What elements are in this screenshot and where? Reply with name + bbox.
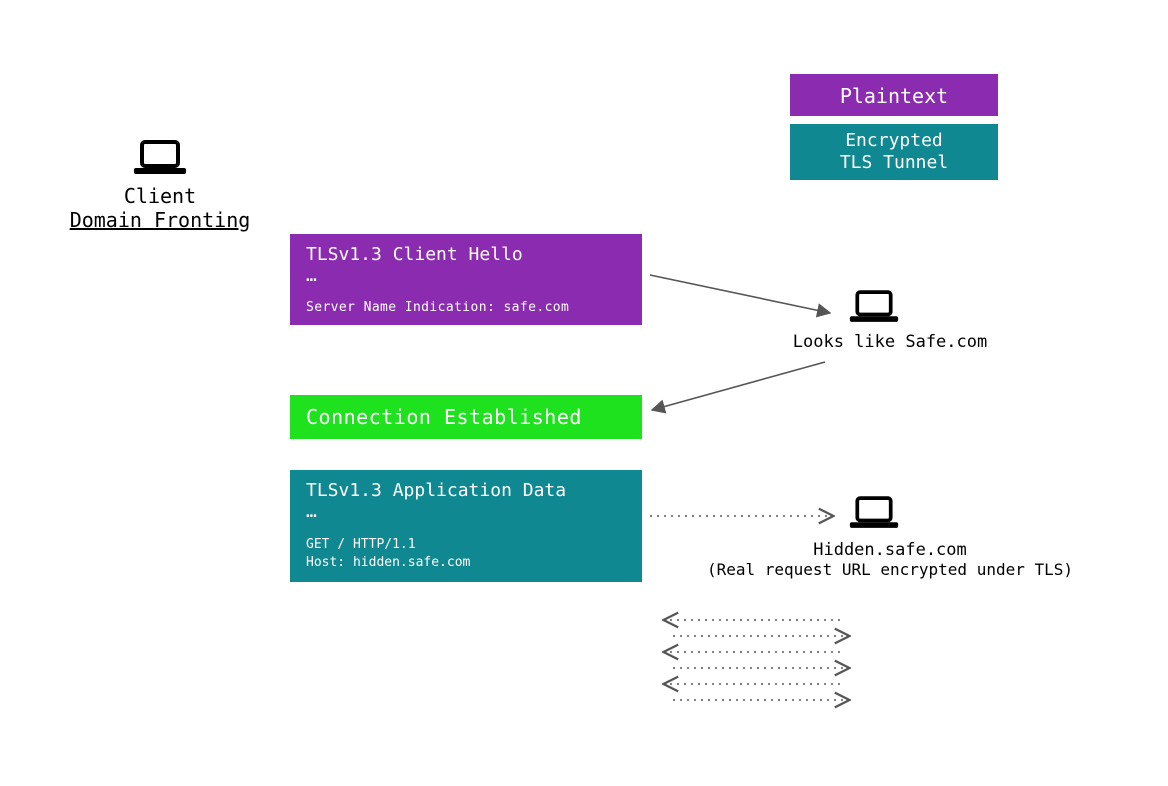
hidden-node (848, 494, 900, 538)
arrow-safe-to-conn (652, 362, 825, 410)
arrow-hello-to-safe (650, 275, 830, 313)
dotted-exchange-arrows (665, 620, 848, 700)
tls-app-body: GET / HTTP/1.1 Host: hidden.safe.com (306, 536, 626, 572)
legend-encrypted-line2: TLS Tunnel (806, 152, 982, 174)
client-label-2: Domain Fronting (60, 208, 260, 232)
laptop-icon (848, 288, 900, 326)
safe-node (848, 288, 900, 332)
connection-established-box: Connection Established (290, 395, 642, 439)
laptop-icon (132, 138, 188, 178)
laptop-icon (848, 494, 900, 532)
client-label-1: Client (60, 184, 260, 208)
tls-client-hello-box: TLSv1.3 Client Hello … Server Name Indic… (290, 234, 642, 325)
tls-hello-dots: … (306, 265, 626, 286)
tls-app-title: TLSv1.3 Application Data (306, 480, 626, 501)
tls-app-dots: … (306, 501, 626, 522)
hidden-node-sub: (Real request URL encrypted under TLS) (690, 560, 1090, 579)
legend-plaintext: Plaintext (790, 74, 998, 116)
tls-hello-title: TLSv1.3 Client Hello (306, 244, 626, 265)
legend-encrypted: Encrypted TLS Tunnel (790, 124, 998, 180)
hidden-node-label-wrap: Hidden.safe.com (Real request URL encryp… (690, 540, 1090, 579)
safe-node-label: Looks like Safe.com (780, 332, 1000, 352)
tls-app-get: GET / HTTP/1.1 (306, 536, 626, 554)
legend-encrypted-line1: Encrypted (806, 130, 982, 152)
client-node: Client Domain Fronting (60, 138, 260, 232)
diagram-canvas: Plaintext Encrypted TLS Tunnel Client Do… (0, 0, 1168, 786)
tls-hello-sni: Server Name Indication: safe.com (306, 300, 626, 315)
arrows-overlay (0, 0, 1168, 786)
hidden-node-label: Hidden.safe.com (690, 540, 1090, 560)
tls-app-data-box: TLSv1.3 Application Data … GET / HTTP/1.… (290, 470, 642, 582)
tls-app-host: Host: hidden.safe.com (306, 554, 626, 572)
